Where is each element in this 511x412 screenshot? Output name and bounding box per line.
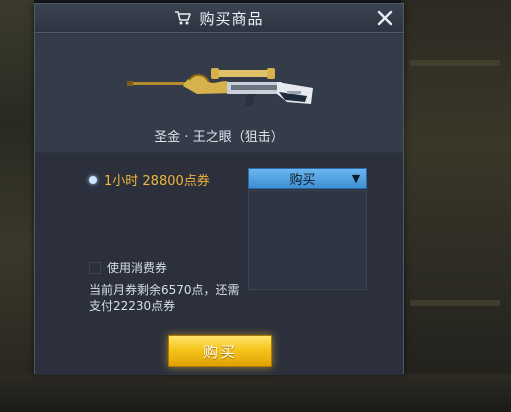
dialog-title: 购买商品 [199, 9, 264, 28]
balance-info: 当前月券剩余6570点，还需 支付22230点券 [89, 282, 289, 314]
buy-button-label: 购买 [202, 342, 237, 361]
item-name: 圣金 · 王之眼（狙击） [154, 130, 284, 145]
voucher-label: 使用消费券 [107, 261, 168, 275]
voucher-option[interactable]: 使用消费券 [89, 259, 167, 276]
dialog-titlebar: 购买商品 [35, 4, 403, 33]
dropdown-label: 购买 [289, 173, 316, 188]
purchase-options: 1小时 28800点券 购买 ▼ 使用消费券 当前月券剩余6570点，还需 支付… [35, 154, 403, 375]
duration-option[interactable]: 1小时 28800点券 [89, 170, 210, 189]
close-button[interactable] [375, 8, 395, 28]
background-left [0, 0, 34, 412]
item-preview: 圣金 · 王之眼（狙击） [35, 34, 403, 152]
radio-selected-icon[interactable] [89, 175, 97, 184]
balance-line-2: 支付22230点券 [89, 299, 176, 313]
buy-button[interactable]: 购买 [168, 335, 272, 367]
voucher-checkbox[interactable] [89, 261, 101, 274]
duration-price-label: 1小时 28800点券 [104, 174, 210, 189]
chevron-down-icon: ▼ [351, 172, 361, 185]
close-icon [377, 10, 393, 26]
background-stripe [410, 300, 500, 306]
background-bottom [0, 374, 511, 412]
cart-icon [174, 10, 192, 26]
buy-type-dropdown[interactable]: 购买 ▼ [248, 168, 367, 189]
balance-line-1: 当前月券剩余6570点，还需 [89, 283, 240, 297]
dropdown-list-panel [248, 190, 367, 290]
purchase-dialog: 购买商品 圣金 · 王之眼（狙击） 1小时 28800点券 购买 ▼ 使用消费券… [34, 3, 404, 375]
background-stripe [410, 60, 500, 66]
title-group: 购买商品 [174, 8, 263, 29]
sniper-rifle-image [127, 68, 313, 106]
